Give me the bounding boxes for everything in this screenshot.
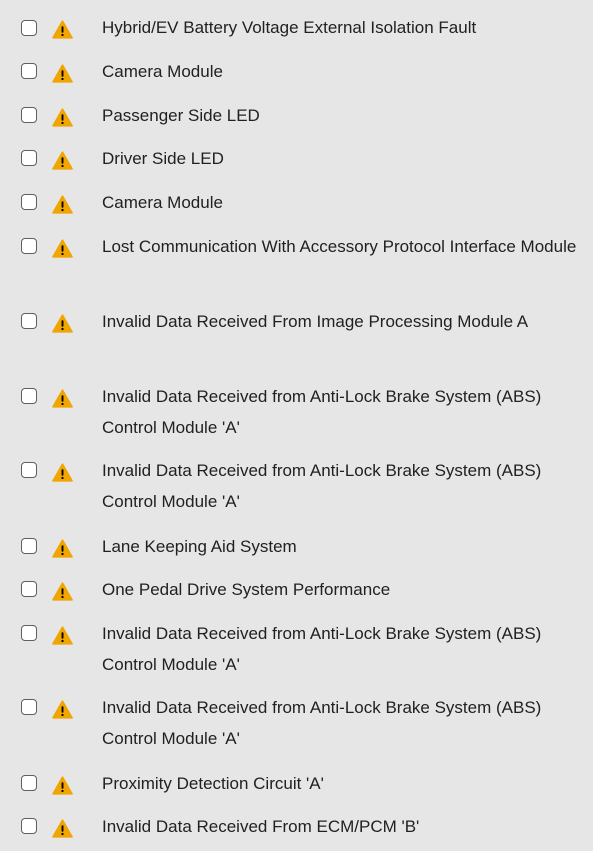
item-checkbox[interactable] [21, 63, 37, 79]
warning-triangle-icon [52, 819, 73, 838]
warning-triangle-icon [52, 539, 73, 558]
item-checkbox[interactable] [21, 238, 37, 254]
item-label: Invalid Data Received from Anti-Lock Bra… [102, 461, 542, 511]
item-label: Invalid Data Received from Anti-Lock Bra… [102, 387, 542, 437]
item-label: Lost Communication With Accessory Protoc… [102, 237, 577, 256]
warning-triangle-icon [52, 20, 73, 39]
warning-triangle-icon [52, 776, 73, 795]
warning-triangle-icon [52, 195, 73, 214]
item-label: Invalid Data Received From Image Process… [102, 312, 529, 331]
warning-triangle-icon [52, 108, 73, 127]
item-label: Lane Keeping Aid System [102, 537, 297, 556]
item-label: Invalid Data Received from Anti-Lock Bra… [102, 624, 542, 674]
item-label: Passenger Side LED [102, 106, 260, 125]
warning-triangle-icon [52, 239, 73, 258]
item-checkbox[interactable] [21, 313, 37, 329]
item-checkbox[interactable] [21, 538, 37, 554]
item-label: Camera Module [102, 193, 223, 212]
warning-triangle-icon [52, 463, 73, 482]
item-label: Invalid Data Received from Anti-Lock Bra… [102, 698, 542, 748]
item-checkbox[interactable] [21, 388, 37, 404]
warning-triangle-icon [52, 314, 73, 333]
item-checkbox[interactable] [21, 107, 37, 123]
warning-triangle-icon [52, 700, 73, 719]
item-label: Camera Module [102, 62, 223, 81]
warning-triangle-icon [52, 151, 73, 170]
warning-triangle-icon [52, 389, 73, 408]
item-checkbox[interactable] [21, 625, 37, 641]
item-checkbox[interactable] [21, 150, 37, 166]
item-checkbox[interactable] [21, 699, 37, 715]
item-checkbox[interactable] [21, 581, 37, 597]
item-label: Proximity Detection Circuit 'A' [102, 774, 324, 793]
item-label: Hybrid/EV Battery Voltage External Isola… [102, 18, 477, 37]
warning-triangle-icon [52, 582, 73, 601]
item-checkbox[interactable] [21, 20, 37, 36]
item-label: One Pedal Drive System Performance [102, 580, 391, 599]
item-checkbox[interactable] [21, 775, 37, 791]
warning-triangle-icon [52, 626, 73, 645]
item-label: Driver Side LED [102, 149, 224, 168]
item-label: Invalid Data Received From ECM/PCM 'B' [102, 817, 420, 836]
item-checkbox[interactable] [21, 194, 37, 210]
item-checkbox[interactable] [21, 462, 37, 478]
item-checkbox[interactable] [21, 818, 37, 834]
warning-triangle-icon [52, 64, 73, 83]
dtc-list: Hybrid/EV Battery Voltage External Isola… [0, 0, 593, 851]
